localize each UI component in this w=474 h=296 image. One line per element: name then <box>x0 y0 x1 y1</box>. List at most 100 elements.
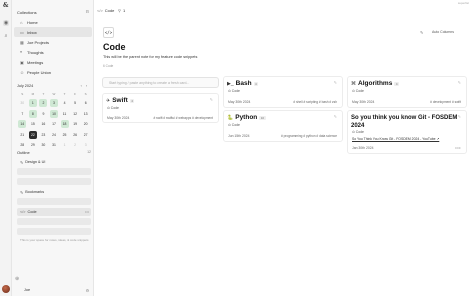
outline-item-code[interactable]: </> Code ••• <box>17 208 91 216</box>
collection-code-badge: </> <box>103 27 114 38</box>
calendar-day[interactable]: 18 <box>59 119 70 130</box>
sidebar-nav: ⌂ Home ▭ Inbox ▦ Joe Projects ❝ Thoughts ▣ Me… <box>14 17 92 77</box>
calendar-day[interactable]: 3 <box>49 98 60 109</box>
card-title: Swift <box>112 97 128 104</box>
outline-placeholder-bar <box>17 178 91 185</box>
youtube-link[interactable]: So You Think You Know Git - FOSDEM 2024 … <box>352 137 439 141</box>
edit-icon[interactable]: ✎ <box>458 80 461 85</box>
calendar-day[interactable]: 20 <box>80 119 91 130</box>
card-bash[interactable]: ▶_ Bash 4 ✎ ⊙ Code May 30th 2024 # shell #… <box>223 76 343 108</box>
sidebar-item-label: Inbox <box>27 29 37 35</box>
calendar-day[interactable]: 23 <box>38 130 49 141</box>
help-icon[interactable]: ⊕ <box>15 276 19 282</box>
outline-placeholder-bar <box>17 228 91 235</box>
calendar-day[interactable]: 10 <box>49 109 60 120</box>
more-icon[interactable]: ••• <box>455 145 461 150</box>
sidebar-item-inbox[interactable]: ▭ Inbox <box>14 27 92 37</box>
calendar-weekday-label: S <box>84 92 87 96</box>
card-count-badge: 4 <box>253 81 259 86</box>
settings-icon[interactable]: ⚙ <box>86 288 89 293</box>
card-tag: ⊙ Code <box>107 106 119 110</box>
card-tag: ⊙ Code <box>352 130 364 134</box>
sidebar-item-thoughts[interactable]: ❝ Thoughts <box>14 47 92 57</box>
calendar-day[interactable]: 30 <box>17 98 28 109</box>
calendar-day[interactable]: 14 <box>17 119 28 130</box>
calendar-day[interactable]: 2 <box>38 98 49 109</box>
pencil-icon: ✎ <box>20 190 24 195</box>
tab-filter[interactable]: ⚲ 1 <box>118 8 125 13</box>
calendar-day[interactable]: 19 <box>70 119 81 130</box>
calendar-day[interactable]: 5 <box>70 98 81 109</box>
sidebar-item-joe-projects[interactable]: ▦ Joe Projects <box>14 37 92 47</box>
card-fosdem-git[interactable]: So you think you know Git - FOSDEM 2024 … <box>347 110 467 154</box>
outline-item-label: Bookmarks <box>25 190 45 194</box>
calendar-day[interactable]: 1 <box>28 98 39 109</box>
outline-item-design-ui[interactable]: ✎ Design & UI <box>17 158 91 166</box>
calendar-next-icon[interactable]: › <box>86 84 91 88</box>
calendar-day[interactable]: 4 <box>59 98 70 109</box>
calendar-day[interactable]: 31 <box>49 140 60 151</box>
layout-select[interactable]: Auto Columns <box>432 30 454 34</box>
card-hashtags: # shell # scripting # bash # zsh <box>293 100 337 104</box>
people-icon: ☺ <box>20 69 25 75</box>
calendar-day[interactable]: 25 <box>59 130 70 141</box>
calendar-day[interactable]: 13 <box>80 109 91 120</box>
calendar-day[interactable]: 7 <box>17 109 28 120</box>
terminal-icon: ▶_ <box>227 80 234 87</box>
sidebar-item-label: Thoughts <box>27 49 44 55</box>
calendar-day[interactable]: 2 <box>70 140 81 151</box>
card-tag: ⊙ Code <box>228 89 240 93</box>
calendar-day[interactable]: 28 <box>17 140 28 151</box>
sidebar-item-people-union[interactable]: ☺ People Union <box>14 67 92 77</box>
pencil-icon: ✎ <box>20 160 24 165</box>
calendar-day[interactable]: 11 <box>59 109 70 120</box>
calendar-day[interactable]: 21 <box>17 130 28 141</box>
thought-icon: ❝ <box>20 49 23 55</box>
card-swift[interactable]: ✈ Swift 4 ✎ ⊙ Code May 30th 2024 # swift #… <box>102 93 219 123</box>
edit-icon[interactable]: ✎ <box>334 80 337 85</box>
calendar-day[interactable]: 27 <box>80 130 91 141</box>
sidebar-footer-user[interactable]: Joe <box>24 288 30 292</box>
calendar-day[interactable]: 12 <box>70 109 81 120</box>
calendar-day[interactable]: 17 <box>49 119 60 130</box>
calendar-day[interactable]: 30 <box>38 140 49 151</box>
calendar-day[interactable]: 24 <box>49 130 60 141</box>
home-rail-icon[interactable]: ◉ <box>3 20 9 26</box>
calendar-day[interactable]: 6 <box>80 98 91 109</box>
sidebar-collapse-icon[interactable]: ⊟ <box>86 9 89 14</box>
outline-placeholder-bar <box>17 168 91 175</box>
outline-section: Outline 12 ✎ Design & UI ✎ Bookmarks </> Co… <box>17 150 91 242</box>
calendar-day[interactable]: 29 <box>28 140 39 151</box>
card-title: Python <box>235 114 258 121</box>
calendar-day[interactable]: 8 <box>28 109 39 120</box>
sidebar-item-meetings[interactable]: ▣ Meetings <box>14 57 92 67</box>
edit-icon[interactable]: ✎ <box>420 30 423 35</box>
filter-icon: ⚲ <box>118 8 121 13</box>
card-algorithms[interactable]: ⌘ Algorithms 4 ✎ ⊙ Code May 30th 2024 # de… <box>347 76 467 108</box>
calendar-weekday-label: M <box>31 92 35 96</box>
search-rail-icon[interactable]: ⌕ <box>3 33 9 39</box>
outline-item-bookmarks[interactable]: ✎ Bookmarks <box>17 188 91 196</box>
edit-icon[interactable]: ✎ <box>458 114 461 119</box>
sidebar-item-label: Home <box>27 19 38 25</box>
edit-icon[interactable]: ✎ <box>334 114 337 119</box>
tab-code[interactable]: </> Code <box>97 8 114 13</box>
more-icon[interactable]: ••• <box>85 210 89 214</box>
user-avatar[interactable] <box>2 285 10 293</box>
calendar-day[interactable]: 15 <box>28 119 39 130</box>
calendar-day-today[interactable]: 22 <box>28 130 39 141</box>
edit-icon[interactable]: ✎ <box>210 97 213 102</box>
card-tag: ⊙ Code <box>228 123 240 127</box>
calendar-grid: S M T W T F S 30 1 2 3 4 5 6 7 8 9 10 11 12 13 14 15 16 17 18 19 20… <box>17 90 91 151</box>
calendar-day[interactable]: 9 <box>38 109 49 120</box>
calendar-day[interactable]: 16 <box>38 119 49 130</box>
calendar-day[interactable]: 26 <box>70 130 81 141</box>
card-python[interactable]: 🐍 Python 10 ✎ ⊙ Code Jun 15th 2024 # progr… <box>223 110 343 142</box>
calendar-day[interactable]: 3 <box>80 140 91 151</box>
home-icon: ⌂ <box>20 19 23 25</box>
new-card-input[interactable]: Start typing / paste anything to create … <box>102 77 219 88</box>
calendar-day[interactable]: 1 <box>59 140 70 151</box>
card-date: May 30th 2024 <box>228 100 251 104</box>
card-count-badge: 10 <box>259 115 266 120</box>
sidebar-item-home[interactable]: ⌂ Home <box>14 17 92 27</box>
